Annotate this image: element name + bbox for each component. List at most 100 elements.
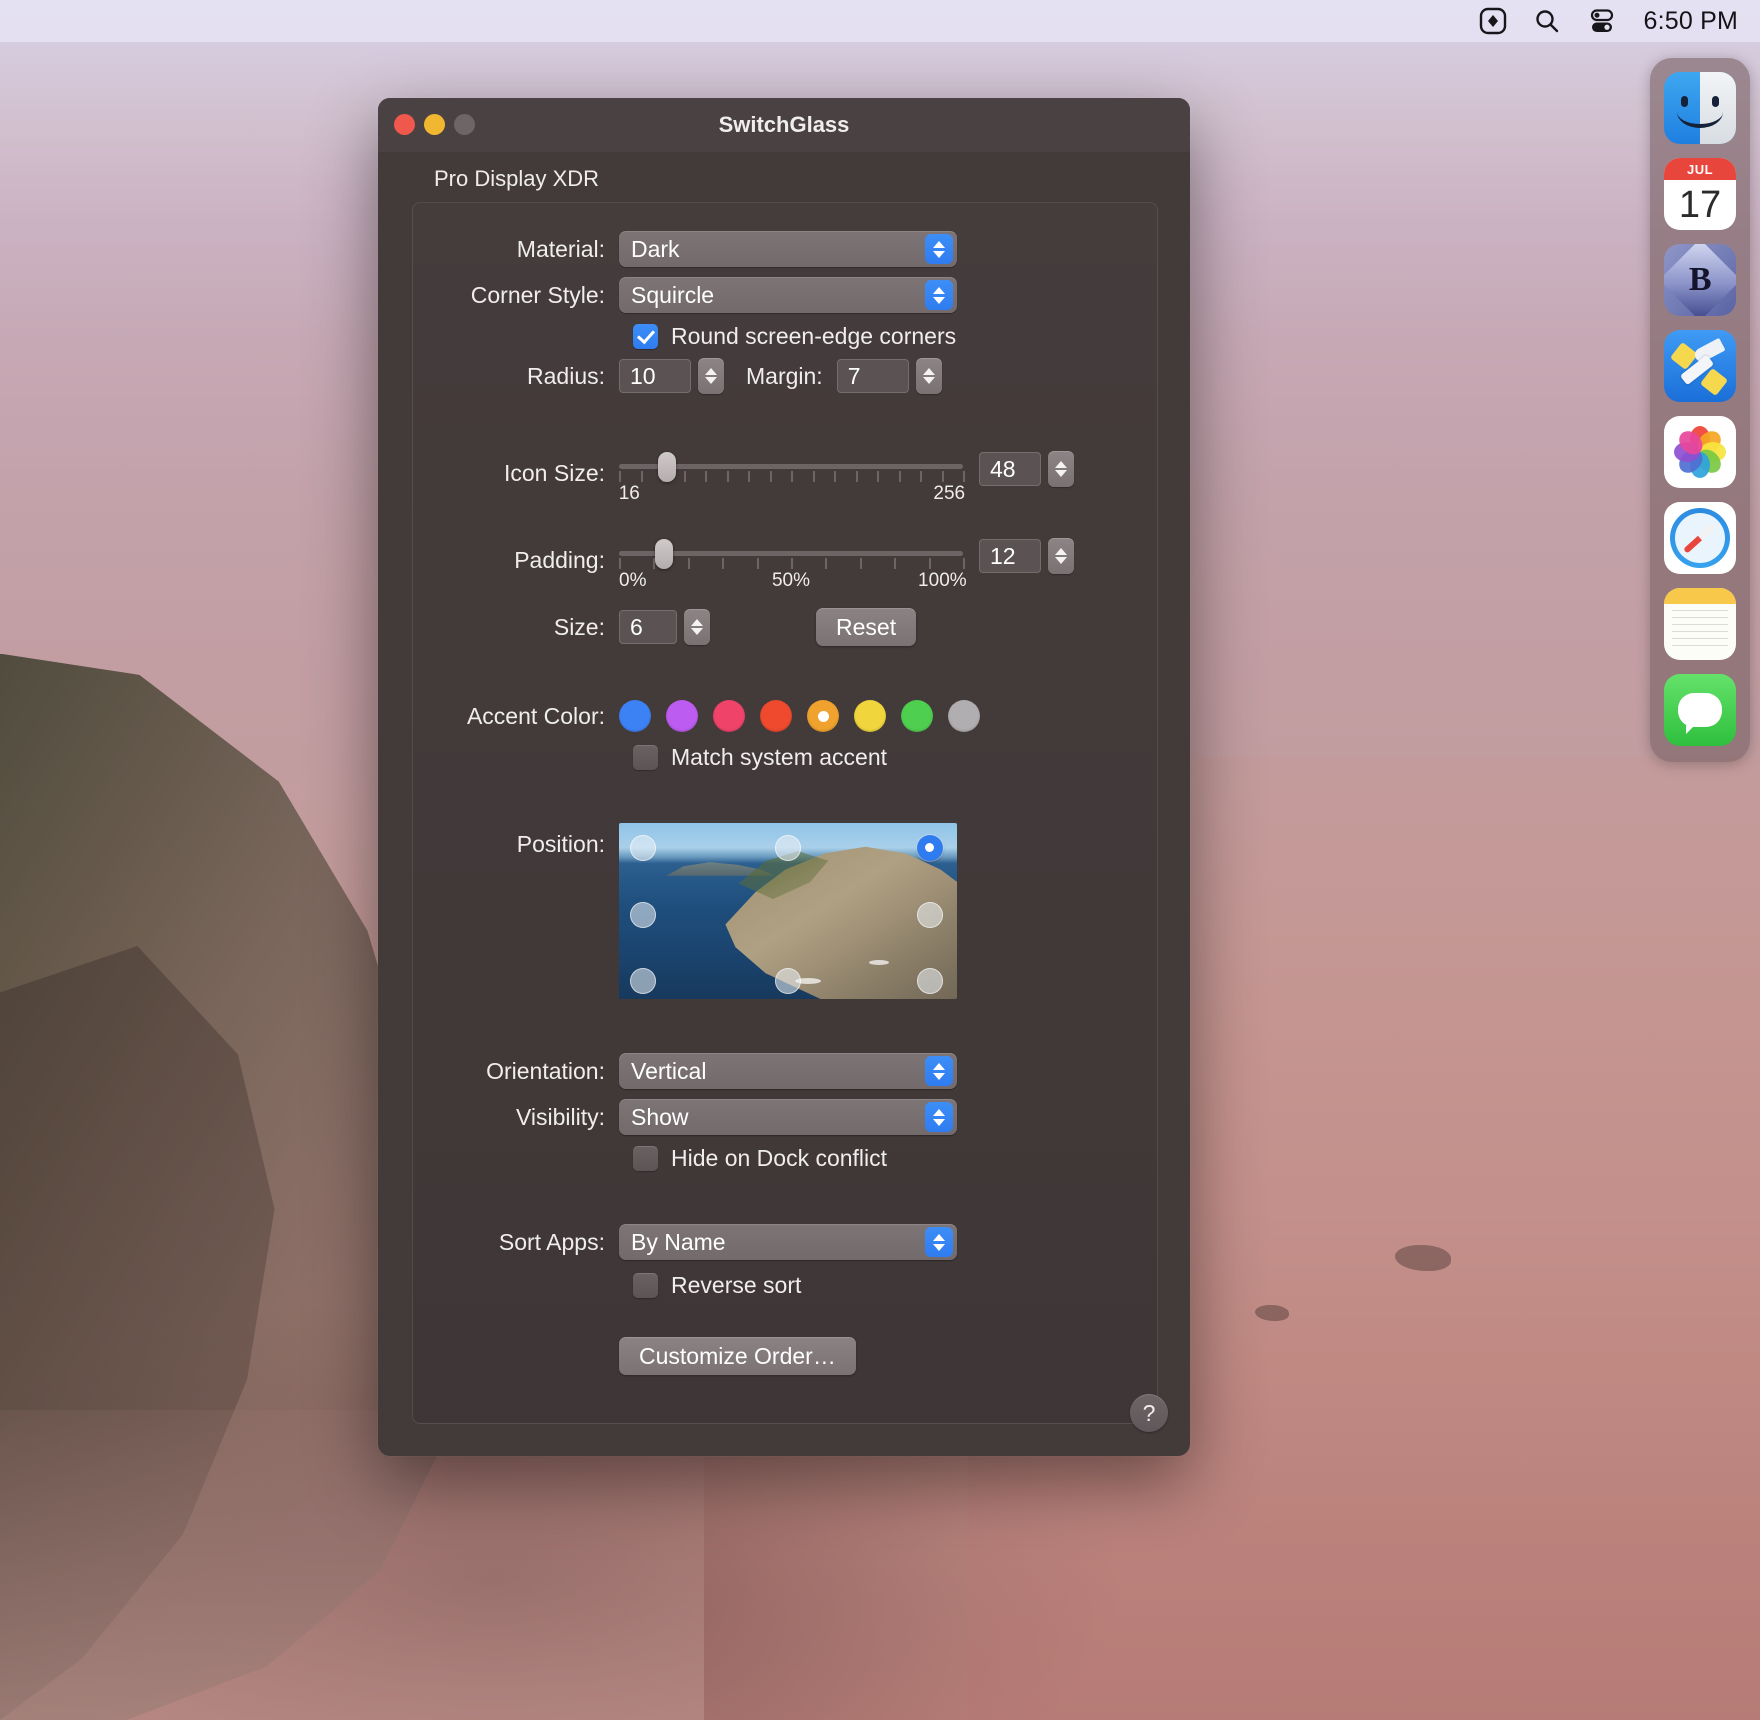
minimize-button[interactable]	[424, 114, 445, 135]
icon-size-label: Icon Size:	[504, 460, 605, 486]
chevron-updown-icon[interactable]	[925, 234, 953, 264]
icon-size-track[interactable]	[619, 452, 965, 482]
corner-style-value: Squircle	[631, 281, 715, 308]
orientation-value: Vertical	[631, 1057, 707, 1084]
padding-knob[interactable]	[654, 539, 673, 569]
accent-swatch-3[interactable]	[760, 700, 792, 732]
visibility-popup-button[interactable]: Show	[619, 1099, 957, 1135]
radius-field[interactable]: 10	[619, 359, 691, 393]
row-size-reset: Size: 6 Reset	[413, 608, 1157, 646]
orientation-label: Orientation:	[486, 1057, 605, 1084]
menu-bar: 6:50 PM	[0, 0, 1760, 42]
app-icon-calendar[interactable]: JUL 17	[1664, 158, 1736, 230]
padding-field[interactable]: 12	[979, 539, 1041, 573]
hide-on-dock-conflict-checkbox[interactable]	[633, 1146, 658, 1171]
chevron-updown-icon[interactable]	[925, 280, 953, 310]
icon-size-knob[interactable]	[658, 452, 677, 482]
switchglass-menu-icon[interactable]	[1479, 7, 1507, 35]
row-corner-style: Corner Style: Squircle	[413, 277, 1157, 313]
round-corners-checkbox-row[interactable]: Round screen-edge corners	[633, 323, 1157, 350]
position-dot-4[interactable]	[916, 901, 943, 928]
app-icon-notes[interactable]	[1664, 588, 1736, 660]
app-icon-bbedit[interactable]: B	[1664, 244, 1736, 316]
accent-color-swatches[interactable]	[619, 700, 980, 732]
notes-header	[1664, 588, 1736, 604]
padding-stepper[interactable]	[1048, 538, 1074, 574]
app-icon-photos[interactable]	[1664, 416, 1736, 488]
icon-size-field[interactable]: 48	[979, 452, 1041, 486]
reverse-sort-row[interactable]: Reverse sort	[633, 1272, 1157, 1299]
row-visibility: Visibility: Show	[413, 1099, 1157, 1135]
match-system-accent-row[interactable]: Match system accent	[633, 744, 1157, 771]
chevron-updown-icon[interactable]	[925, 1056, 953, 1086]
calendar-month: JUL	[1664, 158, 1736, 180]
radius-label: Radius:	[527, 362, 605, 389]
chevron-updown-icon[interactable]	[925, 1227, 953, 1257]
menu-bar-clock: 6:50 PM	[1643, 6, 1738, 35]
position-dot-7[interactable]	[916, 968, 943, 995]
material-popup-button[interactable]: Dark	[619, 231, 957, 267]
chevron-updown-icon[interactable]	[925, 1102, 953, 1132]
size-field[interactable]: 6	[619, 610, 677, 644]
row-position: Position:	[413, 823, 1157, 999]
safari-needle	[1683, 522, 1717, 554]
window-title-bar: SwitchGlass	[378, 98, 1190, 152]
radius-stepper[interactable]	[698, 358, 724, 394]
round-corners-checkbox[interactable]	[633, 324, 658, 349]
safari-dial	[1670, 508, 1730, 568]
accent-swatch-2[interactable]	[713, 700, 745, 732]
sort-apps-value: By Name	[631, 1228, 726, 1255]
icon-size-slider[interactable]: 16 256	[618, 448, 965, 509]
position-dot-6[interactable]	[775, 968, 801, 995]
position-dot-5[interactable]	[629, 968, 656, 995]
finder-eye-right	[1712, 96, 1719, 107]
accent-swatch-1[interactable]	[666, 700, 698, 732]
margin-field[interactable]: 7	[836, 359, 909, 393]
padding-slider[interactable]: 0% 50% 100%	[619, 535, 967, 596]
padding-scale-100: 100%	[918, 570, 967, 591]
accent-swatch-6[interactable]	[901, 700, 933, 732]
orientation-popup-button[interactable]: Vertical	[619, 1053, 957, 1089]
position-dot-2[interactable]	[916, 834, 943, 861]
position-picker[interactable]	[619, 823, 957, 999]
close-button[interactable]	[394, 114, 415, 135]
padding-track[interactable]	[619, 539, 965, 569]
icon-size-stepper[interactable]	[1048, 451, 1074, 487]
icon-size-min: 16	[618, 483, 640, 504]
margin-stepper[interactable]	[915, 358, 942, 394]
position-dot-0[interactable]	[629, 834, 656, 861]
accent-swatch-4[interactable]	[807, 700, 839, 732]
app-icon-safari[interactable]	[1664, 502, 1736, 574]
accent-swatch-5[interactable]	[854, 700, 886, 732]
row-radius-margin: Radius: 10 Margin: 7	[413, 358, 1157, 394]
zoom-button[interactable]	[454, 114, 475, 135]
display-name-label: Pro Display XDR	[434, 166, 600, 191]
app-icon-messages[interactable]	[1664, 674, 1736, 746]
position-dot-1[interactable]	[775, 834, 801, 861]
corner-style-popup-button[interactable]: Squircle	[619, 277, 957, 313]
app-icon-graphic-utility[interactable]	[1664, 330, 1736, 402]
accent-swatch-7[interactable]	[948, 700, 980, 732]
margin-label: Margin:	[746, 362, 823, 389]
reset-button[interactable]: Reset	[816, 608, 917, 646]
app-switcher-dock[interactable]: JUL 17 B	[1650, 58, 1750, 762]
row-material: Material: Dark	[413, 231, 1157, 267]
match-system-accent-checkbox[interactable]	[633, 745, 658, 770]
customize-order-button[interactable]: Customize Order…	[619, 1337, 856, 1375]
size-stepper[interactable]	[684, 609, 710, 645]
sort-apps-popup-button[interactable]: By Name	[619, 1224, 957, 1260]
visibility-label: Visibility:	[515, 1103, 605, 1130]
position-dot-3[interactable]	[629, 901, 656, 928]
reverse-sort-checkbox[interactable]	[633, 1273, 658, 1298]
app-icon-finder[interactable]	[1664, 72, 1736, 144]
accent-swatch-0[interactable]	[619, 700, 651, 732]
padding-scale: 0% 50% 100%	[619, 570, 967, 596]
window-controls[interactable]	[394, 114, 475, 135]
hide-on-dock-conflict-row[interactable]: Hide on Dock conflict	[633, 1145, 1157, 1172]
shoreline	[0, 1410, 704, 1720]
help-button[interactable]: ?	[1130, 1394, 1168, 1432]
tool-square-two	[1699, 367, 1729, 397]
control-center-icon[interactable]	[1587, 7, 1617, 35]
spotlight-search-icon[interactable]	[1533, 7, 1561, 35]
calendar-day: 17	[1678, 183, 1722, 226]
